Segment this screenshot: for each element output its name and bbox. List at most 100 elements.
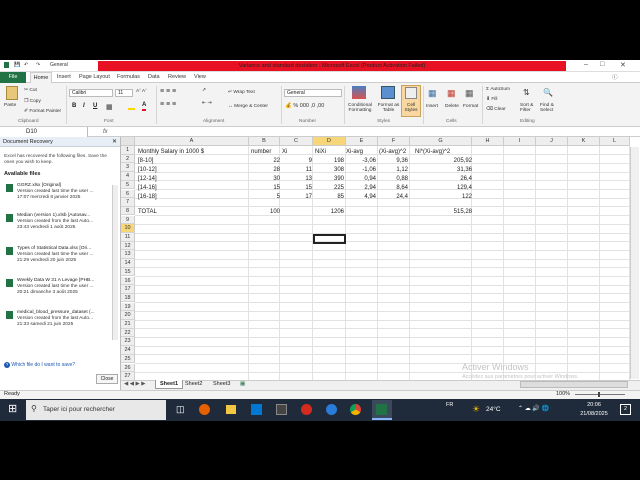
format-painter-button[interactable]: ✐ Format Painter xyxy=(24,109,61,114)
cell-a7[interactable]: TOTAL xyxy=(138,208,238,216)
cell-g2[interactable]: 205,92 xyxy=(410,157,472,165)
sort-filter-icon[interactable]: ⇅ xyxy=(523,88,530,97)
cell-b4[interactable]: 30 xyxy=(251,175,280,183)
close-button[interactable]: Close xyxy=(96,374,118,384)
column-header-l[interactable]: L xyxy=(600,137,630,146)
cell-b6[interactable]: 5 xyxy=(251,193,280,201)
column-header-e[interactable]: E xyxy=(346,137,378,146)
fx-icon[interactable]: fx xyxy=(103,127,108,137)
cell-d1[interactable]: NiXi xyxy=(315,148,344,156)
cell-c5[interactable]: 15 xyxy=(282,184,312,192)
cell-b3[interactable]: 28 xyxy=(251,166,280,174)
insert-cells-button[interactable]: Insert xyxy=(426,104,438,109)
column-header-d[interactable]: D xyxy=(313,137,346,146)
format-cells-button[interactable]: Format xyxy=(463,104,478,109)
row-header-13[interactable]: 13 xyxy=(121,250,135,259)
row-header-4[interactable]: 4 xyxy=(121,172,135,181)
undo-icon[interactable]: ↶ xyxy=(24,62,28,68)
cell-g6[interactable]: 122 xyxy=(410,193,472,201)
fill-color-icon[interactable] xyxy=(128,104,135,110)
cell-d5[interactable]: 225 xyxy=(314,184,344,192)
conditional-formatting-button[interactable]: Conditional Formatting xyxy=(346,103,374,113)
paste-button[interactable]: Paste xyxy=(4,103,16,108)
weather-temp[interactable]: 24°C xyxy=(486,406,501,413)
cell-g1[interactable]: Ni*(Xi-avg)^2 xyxy=(415,148,475,156)
cell-d2[interactable]: 198 xyxy=(314,157,344,165)
windows-start-icon[interactable]: ⊞ xyxy=(8,404,19,415)
cell-d7[interactable]: 1206 xyxy=(314,208,344,216)
clock-date[interactable]: 21/08/2025 xyxy=(578,411,610,417)
row-header-17[interactable]: 17 xyxy=(121,285,135,294)
row-header-15[interactable]: 15 xyxy=(121,267,135,277)
cell-a6[interactable]: [16-18] xyxy=(138,193,238,201)
cell-d3[interactable]: 308 xyxy=(314,166,344,174)
cell-f4[interactable]: 0,88 xyxy=(378,175,408,183)
save-icon[interactable]: 💾 xyxy=(14,62,20,68)
tab-review[interactable]: Review xyxy=(168,74,186,80)
italic-button[interactable]: I xyxy=(83,103,85,109)
minimize-icon[interactable]: – xyxy=(584,61,588,68)
close-icon[interactable]: ✕ xyxy=(620,61,626,69)
autosum-button[interactable]: Σ AutoSum xyxy=(486,87,510,92)
file-explorer-icon[interactable] xyxy=(226,405,236,414)
cell-c3[interactable]: 11 xyxy=(282,166,312,174)
zoom-slider[interactable] xyxy=(575,394,625,395)
column-header-f[interactable]: F xyxy=(378,137,410,146)
cell-c2[interactable]: 9 xyxy=(282,157,312,165)
cell-e4[interactable]: 0,94 xyxy=(346,175,376,183)
recovery-close-icon[interactable]: ✕ xyxy=(112,137,117,147)
tab-file[interactable]: File xyxy=(0,72,26,83)
row-header-18[interactable]: 18 xyxy=(121,293,135,303)
cell-g5[interactable]: 129,4 xyxy=(410,184,472,192)
cell-d4[interactable]: 390 xyxy=(314,175,344,183)
cell-e1[interactable]: Xi-avg xyxy=(346,148,377,156)
select-all-corner[interactable] xyxy=(121,137,135,146)
recovery-file-item[interactable]: Weekly Data W 31 A Levage [PHB... Version… xyxy=(4,278,118,296)
row-header-8[interactable]: 8 xyxy=(121,206,135,216)
clock-time[interactable]: 20:06 xyxy=(584,402,604,408)
find-select-button[interactable]: Find & Select xyxy=(540,103,560,113)
active-cell-d10[interactable] xyxy=(313,234,346,244)
quick-access-font[interactable]: General xyxy=(50,62,68,68)
new-sheet-icon[interactable]: ▦ xyxy=(240,381,245,387)
recovery-file-item[interactable]: Median (version 1).xlsb [Autosav... Versi… xyxy=(4,213,118,231)
bold-button[interactable]: B xyxy=(72,103,76,109)
number-format-icons[interactable]: 💰 % 000 ,0 ,00 xyxy=(285,103,324,109)
wrap-text-button[interactable]: ↵ Wrap Text xyxy=(228,90,255,95)
row-header-11[interactable]: 11 xyxy=(121,233,135,242)
excel-taskbar-button[interactable] xyxy=(372,400,392,420)
weather-icon[interactable]: ☀ xyxy=(472,404,480,415)
firefox-icon[interactable] xyxy=(199,404,210,415)
delete-cells-icon[interactable]: ▦ xyxy=(447,88,456,99)
cell-c6[interactable]: 17 xyxy=(282,193,312,201)
row-header-9[interactable]: 9 xyxy=(121,215,135,225)
copy-button[interactable]: ❐ Copy xyxy=(24,99,41,104)
cut-button[interactable]: ✂ Cut xyxy=(24,88,37,93)
column-header-g[interactable]: G xyxy=(410,137,472,146)
vertical-scrollbar[interactable] xyxy=(630,147,639,379)
tab-insert[interactable]: Insert xyxy=(57,74,71,80)
help-link[interactable]: ? Which file do I want to save? xyxy=(4,362,75,368)
zoom-slider-thumb[interactable] xyxy=(598,392,600,397)
font-name-select[interactable]: Calibri xyxy=(69,89,113,97)
cell-c4[interactable]: 13 xyxy=(282,175,312,183)
restore-icon[interactable]: □ xyxy=(600,61,604,68)
cell-e6[interactable]: 4,94 xyxy=(346,193,376,201)
paste-icon[interactable] xyxy=(6,86,18,100)
insert-cells-icon[interactable]: ▦ xyxy=(428,88,437,99)
column-header-b[interactable]: B xyxy=(249,137,280,146)
cell-d6[interactable]: 85 xyxy=(314,193,344,201)
find-select-icon[interactable]: 🔍 xyxy=(543,88,553,97)
cell-a2[interactable]: [8-10] xyxy=(138,157,238,165)
taskbar-search[interactable]: ⚲ Taper ici pour rechercher xyxy=(26,400,166,420)
format-cells-icon[interactable]: ▦ xyxy=(465,88,474,99)
sheet-nav-arrows[interactable]: ◀ ◀ ▶ ▶ xyxy=(124,381,146,387)
column-header-a[interactable]: A xyxy=(135,137,249,146)
orientation-icon[interactable]: ➚ xyxy=(202,88,206,93)
row-header-7[interactable]: 7 xyxy=(121,198,135,207)
tab-data[interactable]: Data xyxy=(148,74,160,80)
clear-button[interactable]: ⌫ Clear xyxy=(486,107,506,112)
cell-c1[interactable]: Xi xyxy=(282,148,311,156)
cell-f3[interactable]: 1,12 xyxy=(378,166,408,174)
row-header-1[interactable]: 1 xyxy=(121,146,135,155)
